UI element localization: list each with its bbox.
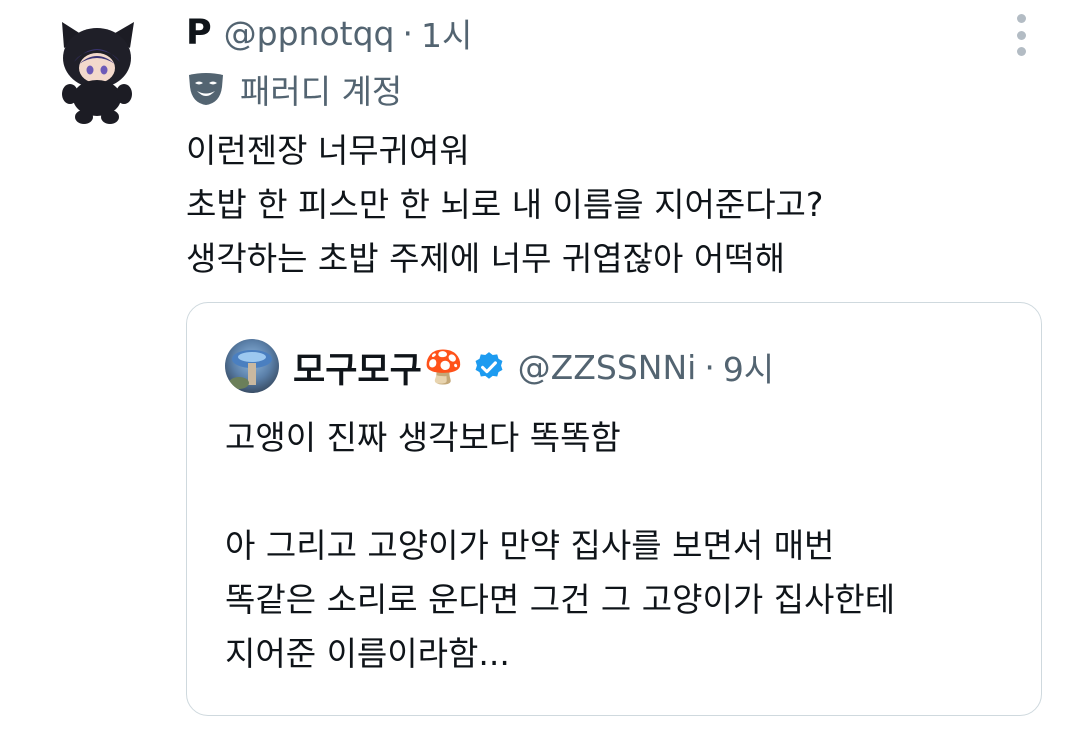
tweet-text-line: 이런젠장 너무귀여워 xyxy=(186,131,470,170)
quoted-text-line: 똑같은 소리로 운다면 그건 그 고양이가 집사한테 xyxy=(225,580,896,619)
quoted-text-line: 지어준 이름이라함... xyxy=(225,634,510,673)
quoted-tweet-time[interactable]: 9시 xyxy=(723,343,774,391)
quoted-author-handle[interactable]: @ZZSSNNi xyxy=(518,348,697,387)
author-avatar[interactable] xyxy=(54,18,140,126)
separator-dot: · xyxy=(402,13,414,53)
quoted-author-avatar[interactable] xyxy=(225,339,279,393)
parody-label-text: 패러디 계정 xyxy=(240,72,403,111)
author-name[interactable]: P xyxy=(186,13,212,53)
quoted-text-line: 아 그리고 고양이가 만약 집사를 보면서 매번 xyxy=(225,526,835,565)
parody-mask-icon xyxy=(186,71,226,107)
mushroom-emoji: 🍄 xyxy=(423,348,464,386)
tweet-text: 이런젠장 너무귀여워 초밥 한 피스만 한 뇌로 내 이름을 지어준다고? 생각… xyxy=(186,124,1046,286)
quoted-text-line xyxy=(225,465,1015,519)
quoted-author-name[interactable]: 모구모구 xyxy=(293,342,422,393)
tweet-header: P @ppnotqq · 1시 xyxy=(186,10,472,56)
quoted-text-line: 고앵이 진짜 생각보다 똑똑함 xyxy=(225,418,621,457)
quoted-tweet-card[interactable]: 모구모구 🍄 @ZZSSNNi · 9시 고앵이 진짜 생각보다 똑똑함 아 그… xyxy=(186,302,1042,716)
parody-account-label: 패러디 계정 xyxy=(186,66,402,112)
author-handle[interactable]: @ppnotqq xyxy=(224,14,395,53)
tweet-text-line: 초밥 한 피스만 한 뇌로 내 이름을 지어준다고? xyxy=(186,185,824,224)
verified-badge-icon xyxy=(472,350,506,384)
more-vertical-icon[interactable] xyxy=(1010,14,1032,56)
tweet-time[interactable]: 1시 xyxy=(421,9,472,57)
separator-dot: · xyxy=(704,347,715,387)
tweet-text-line: 생각하는 초밥 주제에 너무 귀엽잖아 어떡해 xyxy=(186,239,785,278)
quoted-tweet-text: 고앵이 진짜 생각보다 똑똑함 아 그리고 고양이가 만약 집사를 보면서 매번… xyxy=(225,411,1015,681)
quoted-tweet-header: 모구모구 🍄 @ZZSSNNi · 9시 xyxy=(293,341,774,393)
